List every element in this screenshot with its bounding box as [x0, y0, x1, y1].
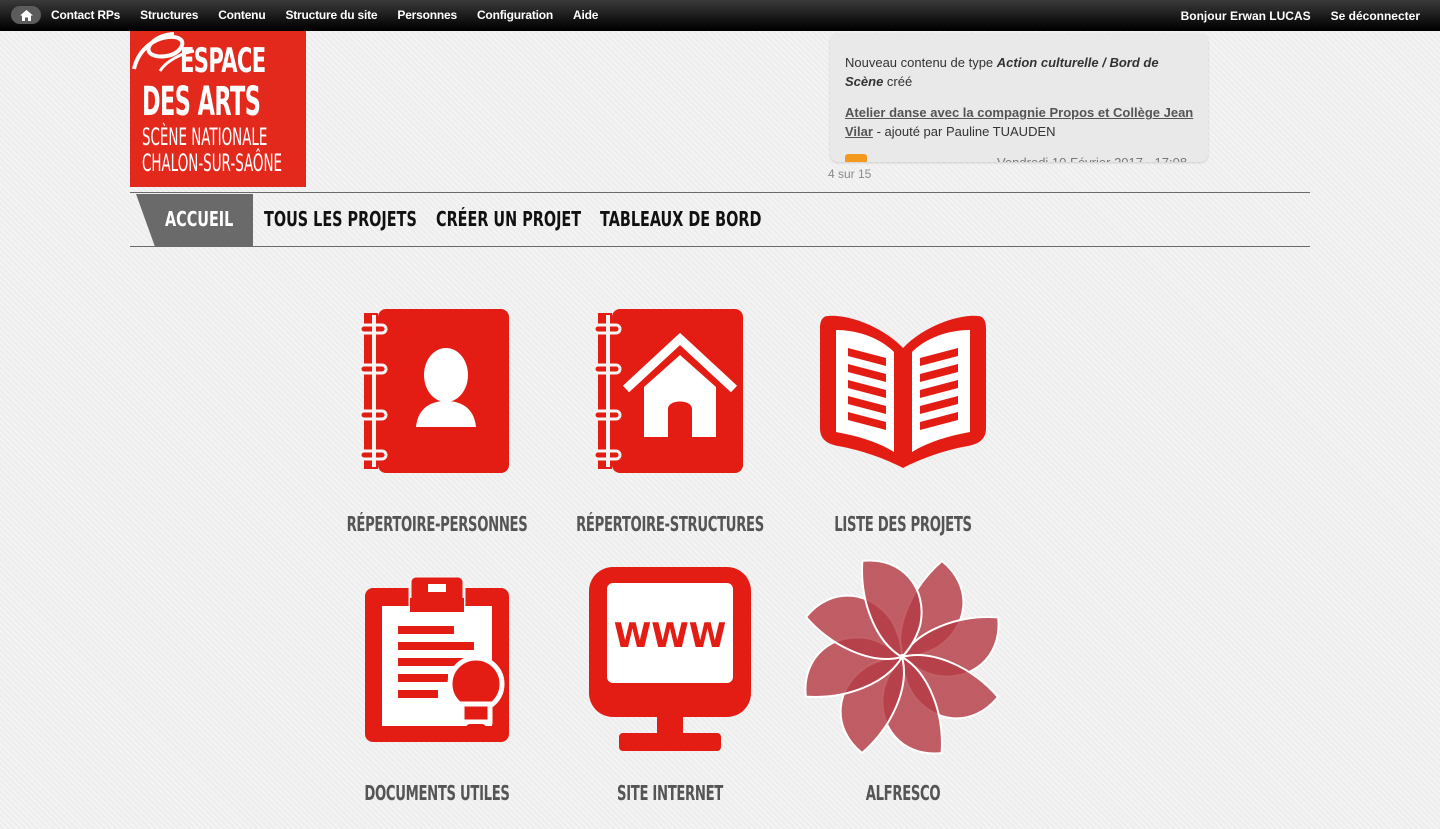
toolbar-link-structure-du-site[interactable]: Structure du site: [285, 8, 377, 22]
alfresco-flower-icon: [804, 559, 1000, 755]
toolbar-link-configuration[interactable]: Configuration: [477, 8, 553, 22]
news-item-created-suffix: créé: [883, 74, 913, 89]
tile-repertoire-structures[interactable]: [592, 305, 749, 540]
tile-label-documents-utiles[interactable]: DOCUMENTS UTILES: [338, 781, 536, 805]
news-item-date: Vendredi 10 Février 2017 - 17:08: [997, 153, 1187, 162]
tile-documents-utiles[interactable]: [362, 574, 512, 776]
tile-label-repertoire-personnes[interactable]: RÉPERTOIRE-PERSONNES: [338, 512, 536, 536]
monitor-www-icon: WWW: [589, 567, 751, 751]
rss-icon[interactable]: [845, 153, 867, 162]
tile-liste-des-projets[interactable]: [818, 310, 988, 540]
address-book-home-icon: [592, 309, 743, 473]
nav-tableaux-de-bord[interactable]: TABLEAUX DE BORD: [600, 207, 761, 231]
news-item-created: Nouveau contenu de type Action culturell…: [845, 53, 1194, 91]
tile-site-internet[interactable]: WWW: [587, 565, 753, 765]
tile-repertoire-personnes[interactable]: [358, 305, 515, 540]
toolbar-link-contenu[interactable]: Contenu: [218, 8, 265, 22]
toolbar-link-aide[interactable]: Aide: [573, 8, 598, 22]
main-navigation: ACCUEIL TOUS LES PROJETS CRÉER UN PROJET…: [130, 192, 1310, 247]
admin-toolbar: Contact RPs Structures Contenu Structure…: [0, 0, 1440, 31]
logo-line-1: ESPACE: [180, 41, 266, 81]
tile-alfresco[interactable]: [796, 550, 1008, 764]
tile-label-liste-des-projets[interactable]: LISTE DES PROJETS: [804, 512, 1002, 536]
tile-label-alfresco[interactable]: ALFRESCO: [804, 781, 1002, 805]
tile-label-repertoire-structures[interactable]: RÉPERTOIRE-STRUCTURES: [571, 512, 769, 536]
news-item-created-prefix: Nouveau contenu de type: [845, 55, 997, 70]
open-book-icon: [820, 315, 986, 468]
logo-line-4: CHALON-SUR-SAÔNE: [142, 149, 283, 177]
nav-creer-un-projet[interactable]: CRÉER UN PROJET: [436, 207, 581, 231]
toolbar-link-personnes[interactable]: Personnes: [397, 8, 457, 22]
toolbar-menu: Contact RPs Structures Contenu Structure…: [51, 8, 618, 22]
clipboard-lightbulb-icon: [365, 574, 509, 742]
news-item-date-row: Vendredi 10 Février 2017 - 17:08: [845, 153, 1194, 162]
greeting-text: Bonjour: [1180, 8, 1227, 23]
news-item-author: - ajouté par Pauline TUAUDEN: [872, 124, 1056, 139]
user-area: Bonjour Erwan LUCAS Se déconnecter: [1181, 0, 1420, 31]
logo-line-3: SCÈNE NATIONALE: [142, 123, 268, 151]
toolbar-link-contact-rps[interactable]: Contact RPs: [51, 8, 120, 22]
www-text: WWW: [614, 616, 727, 656]
site-logo[interactable]: ESPACE DES ARTS SCÈNE NATIONALE CHALON-S…: [130, 31, 306, 187]
logo-line-2: DES ARTS: [142, 79, 261, 125]
home-icon: [19, 9, 33, 21]
nav-tous-les-projets[interactable]: TOUS LES PROJETS: [264, 207, 417, 231]
news-pager: 4 sur 15: [828, 167, 872, 181]
toolbar-link-structures[interactable]: Structures: [140, 8, 198, 22]
user-greeting: Bonjour Erwan LUCAS: [1181, 9, 1311, 23]
logout-link[interactable]: Se déconnecter: [1331, 9, 1420, 23]
tile-label-site-internet[interactable]: SITE INTERNET: [571, 781, 769, 805]
username[interactable]: Erwan LUCAS: [1230, 9, 1311, 23]
home-button[interactable]: [11, 6, 41, 24]
address-book-person-icon: [358, 309, 509, 473]
news-ticker: Nouveau contenu de type Action culturell…: [830, 33, 1208, 162]
nav-accueil[interactable]: ACCUEIL: [165, 207, 233, 231]
news-item-added: Atelier danse avec la compagnie Propos e…: [845, 103, 1194, 141]
